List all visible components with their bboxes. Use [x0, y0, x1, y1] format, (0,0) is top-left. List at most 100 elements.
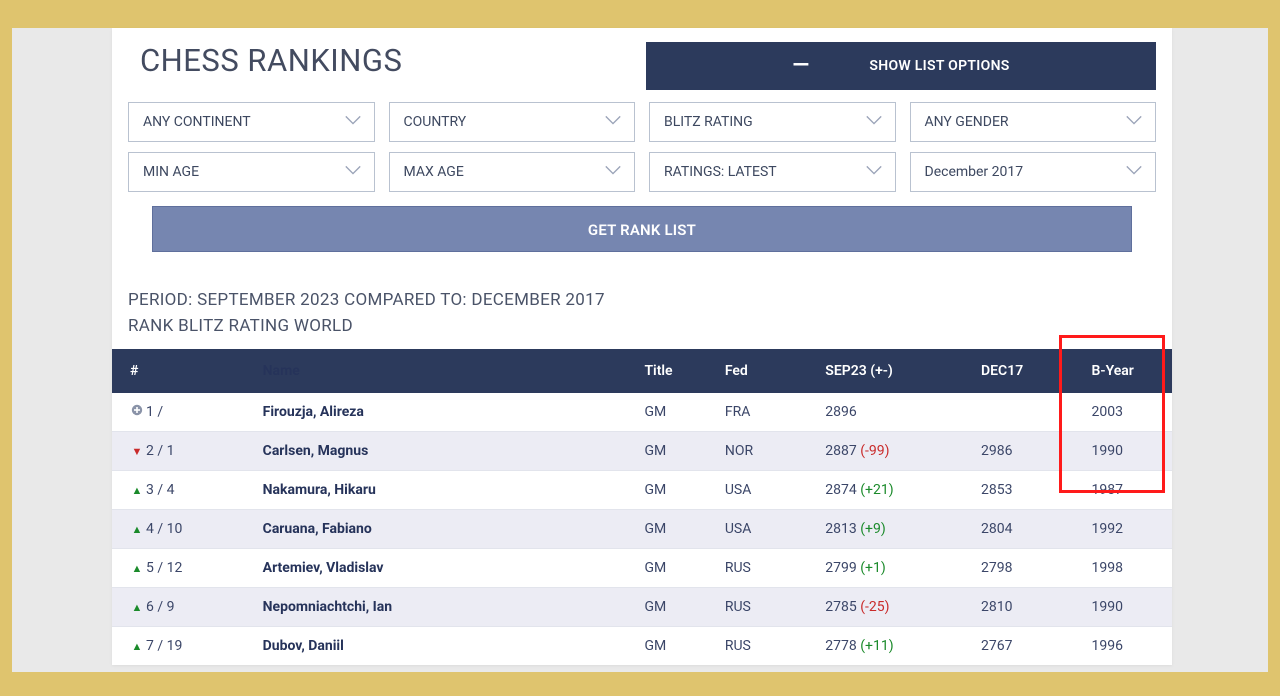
- rating-type-select[interactable]: BLITZ RATING: [649, 102, 896, 142]
- table-row: ▲7 / 19 Dubov, Daniil GMRUS2778 (+11)27671…: [112, 627, 1172, 666]
- dec17-rating: 2853: [971, 471, 1082, 510]
- max-age-select[interactable]: MAX AGE: [389, 152, 636, 192]
- chevron-down-icon: [344, 113, 362, 131]
- rank-value: 1 /: [146, 404, 163, 420]
- player-name[interactable]: Nakamura, Hikaru: [263, 482, 376, 498]
- chevron-down-icon: [1125, 163, 1143, 181]
- period-line1: PERIOD: SEPTEMBER 2023 COMPARED TO: DECE…: [128, 288, 1156, 314]
- table-row: 1 / Firouzja, Alireza GMFRA2896 2003: [112, 393, 1172, 432]
- gender-select[interactable]: ANY GENDER: [910, 102, 1157, 142]
- table-row: ▲6 / 9Nepomniachtchi, IanGMRUS2785 (-25)…: [112, 588, 1172, 627]
- player-name[interactable]: Carlsen, Magnus: [263, 443, 369, 459]
- col-rank: #: [112, 349, 253, 393]
- player-name[interactable]: Artemiev, Vladislav: [263, 560, 384, 576]
- ratings-select[interactable]: RATINGS: LATEST: [649, 152, 896, 192]
- compare-month-select[interactable]: December 2017: [910, 152, 1157, 192]
- birth-year: 1996: [1082, 627, 1172, 666]
- chevron-down-icon: [344, 163, 362, 181]
- rating-delta: (-99): [860, 443, 889, 459]
- col-dec: DEC17: [971, 349, 1082, 393]
- continent-value: ANY CONTINENT: [143, 114, 251, 130]
- rank-change-icon: ▲: [130, 484, 144, 497]
- player-fed: USA: [715, 471, 815, 510]
- chevron-down-icon: [604, 113, 622, 131]
- birth-year: 1987: [1082, 471, 1172, 510]
- player-title: GM: [634, 588, 714, 627]
- rating-delta: (+1): [860, 560, 885, 576]
- sep23-rating: 2874 (+21): [815, 471, 971, 510]
- page-title: CHESS RANKINGS: [140, 42, 646, 79]
- birth-year: 1998: [1082, 549, 1172, 588]
- player-name[interactable]: Caruana, Fabiano: [263, 521, 372, 537]
- max-age-value: MAX AGE: [404, 164, 464, 180]
- chevron-down-icon: [865, 113, 883, 131]
- rank-value: 7 / 19: [146, 638, 182, 654]
- dec17-rating: [971, 393, 1082, 432]
- chevron-down-icon: [604, 163, 622, 181]
- show-list-options-button[interactable]: — SHOW LIST OPTIONS: [646, 42, 1156, 90]
- minus-icon: —: [792, 55, 809, 77]
- sep23-rating: 2896: [815, 393, 971, 432]
- col-sep: SEP23 (+-): [815, 349, 971, 393]
- rank-change-icon: ▼: [130, 445, 144, 458]
- rank-value: 4 / 10: [146, 521, 182, 537]
- rank-change-icon: ▲: [130, 640, 144, 653]
- col-fed: Fed: [715, 349, 815, 393]
- country-value: COUNTRY: [404, 114, 467, 130]
- rank-change-icon: ▲: [130, 562, 144, 575]
- sep23-rating: 2813 (+9): [815, 510, 971, 549]
- player-title: GM: [634, 549, 714, 588]
- dec17-rating: 2767: [971, 627, 1082, 666]
- continent-select[interactable]: ANY CONTINENT: [128, 102, 375, 142]
- table-row: ▼2 / 1Carlsen, MagnusGMNOR2887 (-99)2986…: [112, 432, 1172, 471]
- chevron-down-icon: [865, 163, 883, 181]
- country-select[interactable]: COUNTRY: [389, 102, 636, 142]
- gender-value: ANY GENDER: [925, 114, 1009, 130]
- birth-year: 1990: [1082, 432, 1172, 471]
- rank-value: 3 / 4: [146, 482, 174, 498]
- table-row: ▲4 / 10Caruana, FabianoGMUSA2813 (+9)280…: [112, 510, 1172, 549]
- rating-delta: (+21): [860, 482, 893, 498]
- player-title: GM: [634, 510, 714, 549]
- rank-change-icon: ▲: [130, 523, 144, 536]
- dec17-rating: 2810: [971, 588, 1082, 627]
- rank-value: 5 / 12: [146, 560, 182, 576]
- table-row: ▲5 / 12 Artemiev, Vladislav GMRUS2799 (+1)…: [112, 549, 1172, 588]
- options-label: SHOW LIST OPTIONS: [869, 58, 1009, 74]
- sep23-rating: 2799 (+1): [815, 549, 971, 588]
- rank-change-icon: [130, 404, 144, 419]
- rank-value: 2 / 1: [146, 443, 174, 459]
- col-byear: B-Year: [1082, 349, 1172, 393]
- player-fed: USA: [715, 510, 815, 549]
- player-fed: NOR: [715, 432, 815, 471]
- col-name: Name: [253, 349, 635, 393]
- player-fed: RUS: [715, 549, 815, 588]
- ratings-value: RATINGS: LATEST: [664, 164, 777, 180]
- rank-change-icon: ▲: [130, 601, 144, 614]
- player-name[interactable]: Firouzja, Alireza: [263, 404, 364, 420]
- player-title: GM: [634, 432, 714, 471]
- rating-delta: (+11): [860, 638, 893, 654]
- rank-value: 6 / 9: [146, 599, 174, 615]
- player-name[interactable]: Dubov, Daniil: [263, 638, 344, 654]
- dec17-rating: 2798: [971, 549, 1082, 588]
- rankings-table: # Name Title Fed SEP23 (+-) DEC17 B-Year…: [112, 349, 1172, 665]
- get-rank-list-button[interactable]: GET RANK LIST: [152, 206, 1132, 252]
- sep23-rating: 2785 (-25): [815, 588, 971, 627]
- table-row: ▲3 / 4Nakamura, HikaruGMUSA2874 (+21)285…: [112, 471, 1172, 510]
- player-title: GM: [634, 627, 714, 666]
- player-fed: RUS: [715, 627, 815, 666]
- period-line2: RANK BLITZ RATING WORLD: [128, 314, 1156, 340]
- player-fed: FRA: [715, 393, 815, 432]
- sep23-rating: 2778 (+11): [815, 627, 971, 666]
- rating-delta: (+9): [860, 521, 885, 537]
- dec17-rating: 2986: [971, 432, 1082, 471]
- birth-year: 1992: [1082, 510, 1172, 549]
- min-age-select[interactable]: MIN AGE: [128, 152, 375, 192]
- player-name[interactable]: Nepomniachtchi, Ian: [263, 599, 392, 615]
- chevron-down-icon: [1125, 113, 1143, 131]
- player-title: GM: [634, 393, 714, 432]
- birth-year: 2003: [1082, 393, 1172, 432]
- col-title: Title: [634, 349, 714, 393]
- rating-type-value: BLITZ RATING: [664, 114, 753, 130]
